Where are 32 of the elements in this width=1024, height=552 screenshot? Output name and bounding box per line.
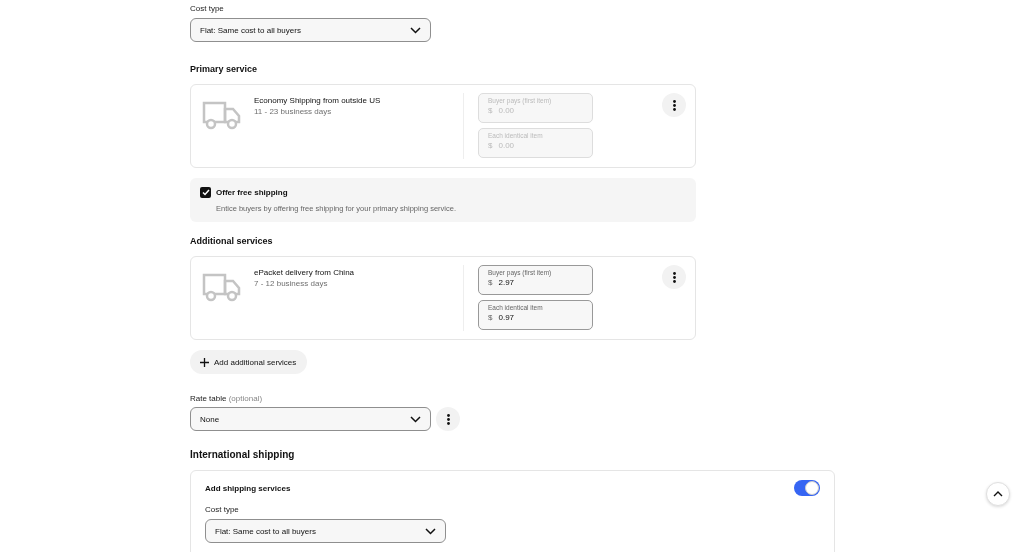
dropdown[interactable]: Flat: Same cost to all buyers [190, 18, 431, 42]
more-vertical-icon [446, 413, 450, 425]
checkbox[interactable] [200, 187, 211, 199]
more-options-button[interactable] [662, 93, 686, 117]
plus-icon [200, 357, 209, 367]
chevron-up-icon [993, 491, 1003, 497]
add-services-button[interactable]: Add additional services [190, 350, 308, 374]
service-name: ePacket delivery from China [254, 268, 356, 277]
truck-icon [202, 272, 242, 302]
scroll-to-top-button[interactable] [986, 482, 1010, 506]
chevron-down-icon [425, 527, 436, 535]
more-vertical-icon [672, 271, 676, 283]
chevron-down-icon [410, 26, 421, 34]
dropdown[interactable]: Flat: Same cost to all buyers [205, 519, 446, 543]
card-title: Add shipping services [205, 483, 291, 493]
section-heading: Additional services [190, 236, 274, 246]
section-heading: Primary service [190, 64, 259, 74]
truck-icon [202, 100, 242, 130]
toggle-switch[interactable] [794, 480, 820, 496]
delivery-time: 11 - 23 business days [254, 107, 333, 116]
more-vertical-icon [672, 99, 676, 111]
checkbox-label: Offer free shipping [216, 188, 289, 198]
field-label: Cost type [205, 505, 240, 514]
field-label: Rate table (optional) [190, 394, 264, 403]
more-options-button[interactable] [662, 265, 686, 289]
dropdown[interactable]: None [190, 407, 431, 431]
section-heading: International shipping [190, 449, 296, 460]
chevron-down-icon [410, 415, 421, 423]
delivery-time: 7 - 12 business days [254, 279, 329, 288]
more-options-button[interactable] [436, 407, 460, 431]
service-name: Economy Shipping from outside US [254, 96, 382, 105]
field-label: Cost type [190, 4, 225, 13]
